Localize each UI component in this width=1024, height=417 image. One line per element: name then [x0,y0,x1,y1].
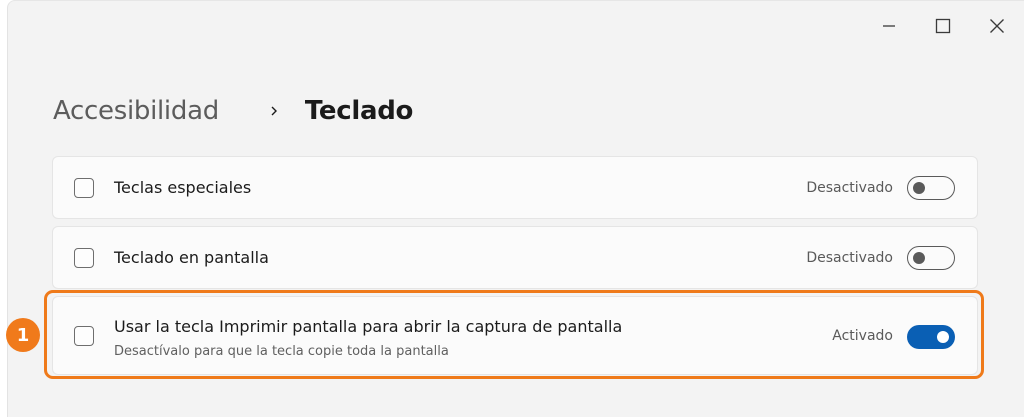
toggle-state-text: Desactivado [806,250,893,266]
setting-checkbox[interactable] [74,178,94,198]
sticky-keys-toggle[interactable] [907,176,955,200]
setting-checkbox[interactable] [74,248,94,268]
setting-label: Teclas especiales [114,178,252,197]
maximize-button[interactable] [916,1,970,51]
toggle-state-text: Desactivado [806,180,893,196]
maximize-icon [935,18,951,34]
page-title: Teclado [304,96,414,126]
setting-row-sticky-keys[interactable]: Teclas especiales Desactivado [52,156,978,219]
minimize-icon [883,25,895,27]
chevron-right-icon [269,104,279,118]
annotation-highlight-box [44,290,984,379]
step-number-badge: 1 [6,318,40,352]
minimize-button[interactable] [862,1,916,51]
window-controls [862,1,1024,51]
close-button[interactable] [970,1,1024,51]
toggle-knob [913,252,925,264]
toggle-knob [913,182,925,194]
close-icon [990,19,1004,33]
breadcrumb-parent-link[interactable]: Accesibilidad [53,96,219,126]
setting-label: Teclado en pantalla [114,248,269,267]
setting-row-on-screen-keyboard[interactable]: Teclado en pantalla Desactivado [52,226,978,289]
breadcrumb: Accesibilidad Teclado [53,89,413,133]
on-screen-keyboard-toggle[interactable] [907,246,955,270]
